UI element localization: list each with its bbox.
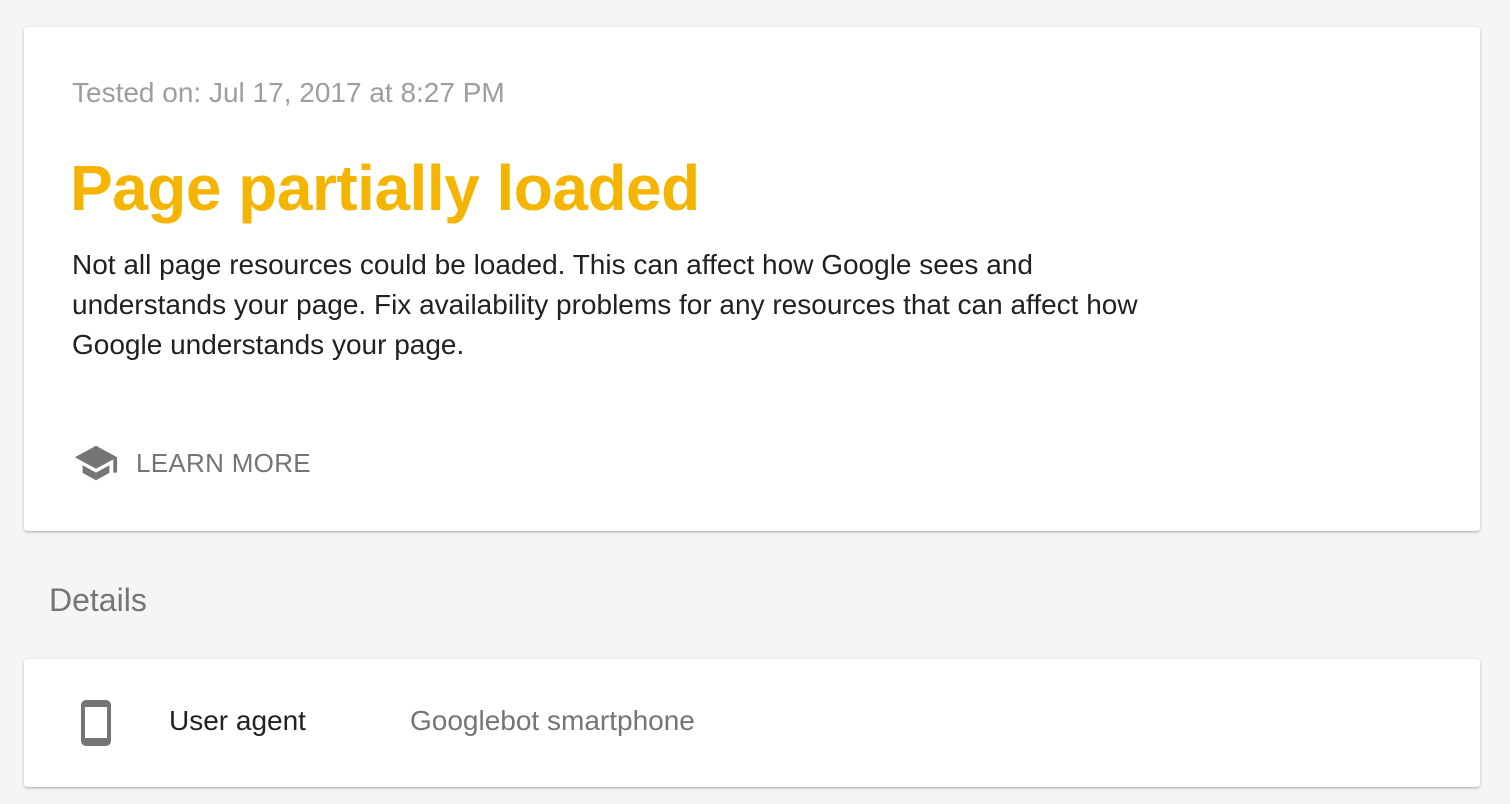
details-card: User agent Googlebot smartphone — [24, 659, 1480, 787]
tested-on-timestamp: Tested on: Jul 17, 2017 at 8:27 PM — [72, 77, 505, 108]
learn-more-label: LEARN MORE — [136, 447, 311, 478]
status-description: Not all page resources could be loaded. … — [72, 249, 1138, 360]
smartphone-icon — [76, 699, 116, 747]
user-agent-label: User agent — [169, 705, 306, 736]
school-icon — [72, 439, 120, 487]
details-heading: Details — [49, 582, 147, 618]
details-row-user-agent: User agent Googlebot smartphone — [24, 659, 1480, 787]
status-title: Page partially loaded — [70, 152, 700, 224]
test-result-card: Tested on: Jul 17, 2017 at 8:27 PM Page … — [24, 27, 1480, 531]
learn-more-link[interactable]: LEARN MORE — [72, 439, 311, 487]
user-agent-value: Googlebot smartphone — [410, 705, 695, 736]
